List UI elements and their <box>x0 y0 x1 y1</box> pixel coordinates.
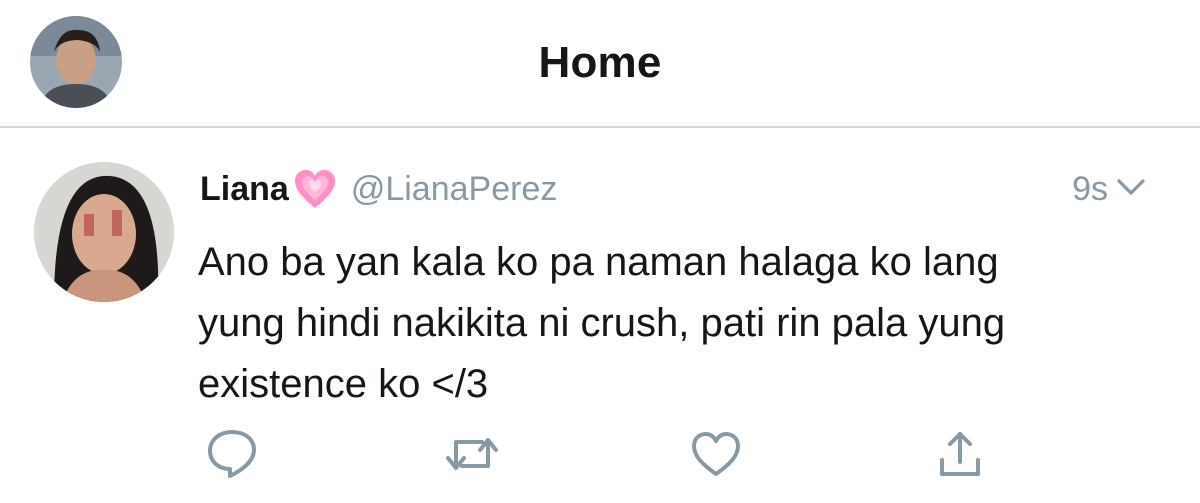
tweet-header: Liana @LianaPerez <box>200 166 557 212</box>
author-avatar[interactable] <box>34 162 174 302</box>
like-icon[interactable] <box>688 426 744 482</box>
tweet-text: Ano ba yan kala ko pa naman halaga ko la… <box>198 240 1006 406</box>
retweet-icon[interactable] <box>444 426 500 482</box>
author-avatar-image <box>34 162 174 302</box>
top-nav-bar: Home <box>0 0 1200 128</box>
chevron-down-icon[interactable] <box>1116 176 1146 200</box>
page-title: Home <box>538 38 662 87</box>
reply-icon[interactable] <box>204 426 260 482</box>
author-name[interactable]: Liana <box>200 170 289 209</box>
author-handle[interactable]: @LianaPerez <box>351 170 558 209</box>
tweet[interactable]: Liana @LianaPerez 9s Ano ba yan kala ko … <box>0 128 1200 503</box>
share-icon[interactable] <box>932 426 988 482</box>
tweet-timestamp[interactable]: 9s <box>1072 166 1108 212</box>
pink-heart-emoji <box>294 170 335 208</box>
